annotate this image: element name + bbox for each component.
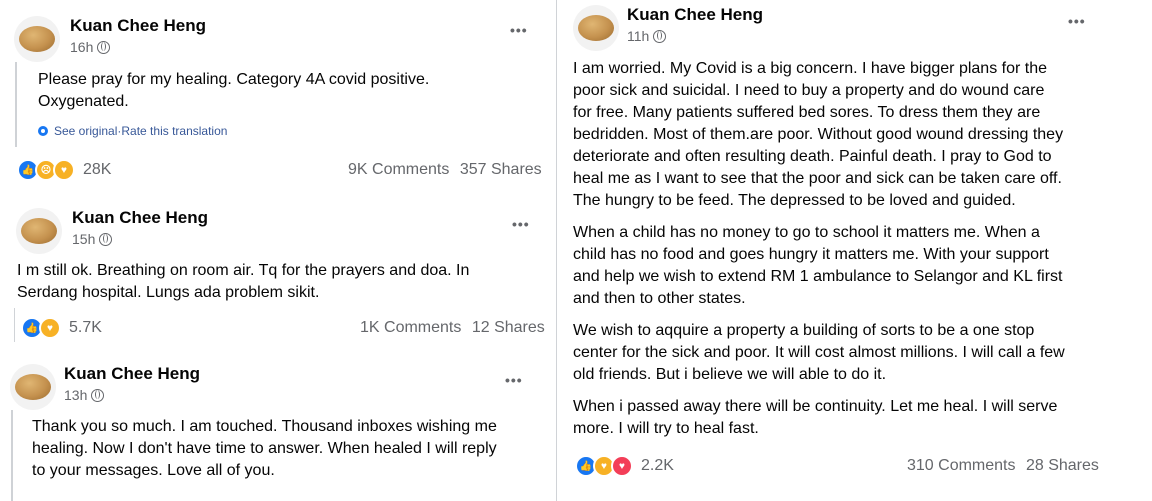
globe-icon bbox=[653, 29, 667, 43]
text-line: When a child has no money to go to schoo… bbox=[573, 224, 1040, 241]
text-line: more. I will try to heal fast. bbox=[573, 420, 759, 437]
text-line: to your messages. Love all of you. bbox=[32, 462, 275, 479]
post-text: I m still ok. Breathing on room air. Tq … bbox=[17, 260, 469, 304]
text-line: child has no food and goes hungry it mat… bbox=[573, 246, 1049, 263]
author-name[interactable]: Kuan Chee Heng bbox=[627, 5, 763, 25]
timestamp-text: 11h bbox=[627, 28, 650, 44]
reaction-summary[interactable]: 👍 ♥ 5.7K bbox=[21, 317, 102, 339]
post-text: I am worried. My Covid is a big concern.… bbox=[573, 58, 1128, 440]
globe-icon bbox=[91, 388, 105, 402]
comments-link[interactable]: 9K Comments bbox=[348, 161, 449, 178]
comment-share-stats: 310 Comments 28 Shares bbox=[907, 457, 1099, 475]
post-2: Kuan Chee Heng 15h ••• I m still ok. Bre… bbox=[0, 196, 560, 346]
text-line: center for the sick and poor. It will co… bbox=[573, 344, 1065, 361]
post-timestamp[interactable]: 15h bbox=[72, 231, 113, 247]
text-line: When i passed away there will be continu… bbox=[573, 398, 1058, 415]
timestamp-text: 15h bbox=[72, 231, 96, 247]
author-name[interactable]: Kuan Chee Heng bbox=[72, 208, 208, 228]
comments-link[interactable]: 310 Comments bbox=[907, 457, 1016, 474]
text-line: Serdang hospital. Lungs ada problem siki… bbox=[17, 284, 320, 301]
paragraph: We wish to aqquire a property a building… bbox=[573, 320, 1128, 386]
globe-icon bbox=[99, 232, 113, 246]
reaction-count: 2.2K bbox=[641, 457, 674, 474]
text-line: healing. Now I don't have time to answer… bbox=[32, 440, 497, 457]
more-options-button[interactable]: ••• bbox=[505, 372, 523, 388]
text-line: heal me as I want to see that the poor a… bbox=[573, 170, 1062, 187]
text-line: and then to other states. bbox=[573, 290, 746, 307]
post-divider bbox=[14, 308, 15, 342]
text-line: and help we wish to extend RM 1 ambulanc… bbox=[573, 268, 1063, 285]
reaction-count: 5.7K bbox=[69, 319, 102, 336]
post-timestamp[interactable]: 11h bbox=[627, 28, 667, 44]
post-text: Please pray for my healing. Category 4A … bbox=[38, 69, 429, 113]
paragraph: When i passed away there will be continu… bbox=[573, 396, 1128, 440]
reaction-count: 28K bbox=[83, 161, 112, 178]
text-line: I m still ok. Breathing on room air. Tq … bbox=[17, 262, 470, 279]
timestamp-text: 16h bbox=[70, 39, 94, 55]
timestamp-text: 13h bbox=[64, 387, 88, 403]
paragraph: When a child has no money to go to schoo… bbox=[573, 222, 1128, 310]
shares-link[interactable]: 28 Shares bbox=[1026, 457, 1099, 474]
reaction-summary[interactable]: 👍 ♥ ♥ 2.2K bbox=[575, 455, 674, 477]
potato-avatar-image bbox=[578, 15, 614, 41]
potato-avatar-image bbox=[19, 26, 55, 52]
shares-link[interactable]: 357 Shares bbox=[460, 161, 542, 178]
author-name[interactable]: Kuan Chee Heng bbox=[64, 364, 200, 384]
text-line: The hungry to be feed. The depressed to … bbox=[573, 192, 1016, 209]
avatar[interactable] bbox=[573, 5, 619, 51]
text-line: poor sick and suicidal. I need to buy a … bbox=[573, 82, 1045, 99]
post-timestamp[interactable]: 16h bbox=[70, 39, 111, 55]
see-original-link[interactable]: See original bbox=[54, 124, 117, 138]
potato-avatar-image bbox=[21, 218, 57, 244]
care-icon: ♥ bbox=[39, 317, 61, 339]
avatar[interactable] bbox=[10, 364, 56, 410]
text-line: bedridden. Most of them.are poor. Withou… bbox=[573, 126, 1064, 143]
post-4: Kuan Chee Heng 11h ••• I am worried. My … bbox=[556, 0, 1136, 501]
comments-link[interactable]: 1K Comments bbox=[360, 319, 461, 336]
text-line: Please pray for my healing. Category 4A … bbox=[38, 71, 430, 88]
text-line: old friends. But i believe we will able … bbox=[573, 366, 887, 383]
text-line: deteriorate and often resulting death. P… bbox=[573, 148, 1052, 165]
text-line: Thank you so much. I am touched. Thousan… bbox=[32, 418, 497, 435]
author-name[interactable]: Kuan Chee Heng bbox=[70, 16, 206, 36]
gear-icon bbox=[38, 126, 48, 136]
post-1: Kuan Chee Heng 16h ••• Please pray for m… bbox=[0, 0, 560, 190]
more-options-button[interactable]: ••• bbox=[510, 22, 528, 38]
more-options-button[interactable]: ••• bbox=[1068, 13, 1086, 29]
more-options-button[interactable]: ••• bbox=[512, 216, 530, 232]
post-3: Kuan Chee Heng 13h ••• Thank you so much… bbox=[0, 352, 560, 501]
text-line: Oxygenated. bbox=[38, 93, 129, 110]
love-icon: ♥ bbox=[611, 455, 633, 477]
avatar[interactable] bbox=[16, 208, 62, 254]
text-line: We wish to aqquire a property a building… bbox=[573, 322, 1035, 339]
globe-icon bbox=[97, 40, 111, 54]
comment-share-stats: 9K Comments 357 Shares bbox=[348, 161, 542, 179]
care-icon: ♥ bbox=[53, 159, 75, 181]
paragraph: I am worried. My Covid is a big concern.… bbox=[573, 58, 1128, 212]
translation-links: See original · Rate this translation bbox=[38, 124, 227, 138]
post-timestamp[interactable]: 13h bbox=[64, 387, 105, 403]
post-divider bbox=[556, 0, 557, 501]
shares-link[interactable]: 12 Shares bbox=[472, 319, 545, 336]
potato-avatar-image bbox=[15, 374, 51, 400]
comment-share-stats: 1K Comments 12 Shares bbox=[360, 319, 545, 337]
avatar[interactable] bbox=[14, 16, 60, 62]
text-line: I am worried. My Covid is a big concern.… bbox=[573, 60, 1047, 77]
post-text: Thank you so much. I am touched. Thousan… bbox=[32, 416, 497, 482]
translation-bar bbox=[11, 410, 13, 501]
rate-translation-link[interactable]: Rate this translation bbox=[121, 124, 227, 138]
reaction-summary[interactable]: 👍 ☹ ♥ 28K bbox=[17, 159, 111, 181]
translation-bar bbox=[15, 62, 17, 147]
text-line: for free. Many patients suffered bed sor… bbox=[573, 104, 1041, 121]
